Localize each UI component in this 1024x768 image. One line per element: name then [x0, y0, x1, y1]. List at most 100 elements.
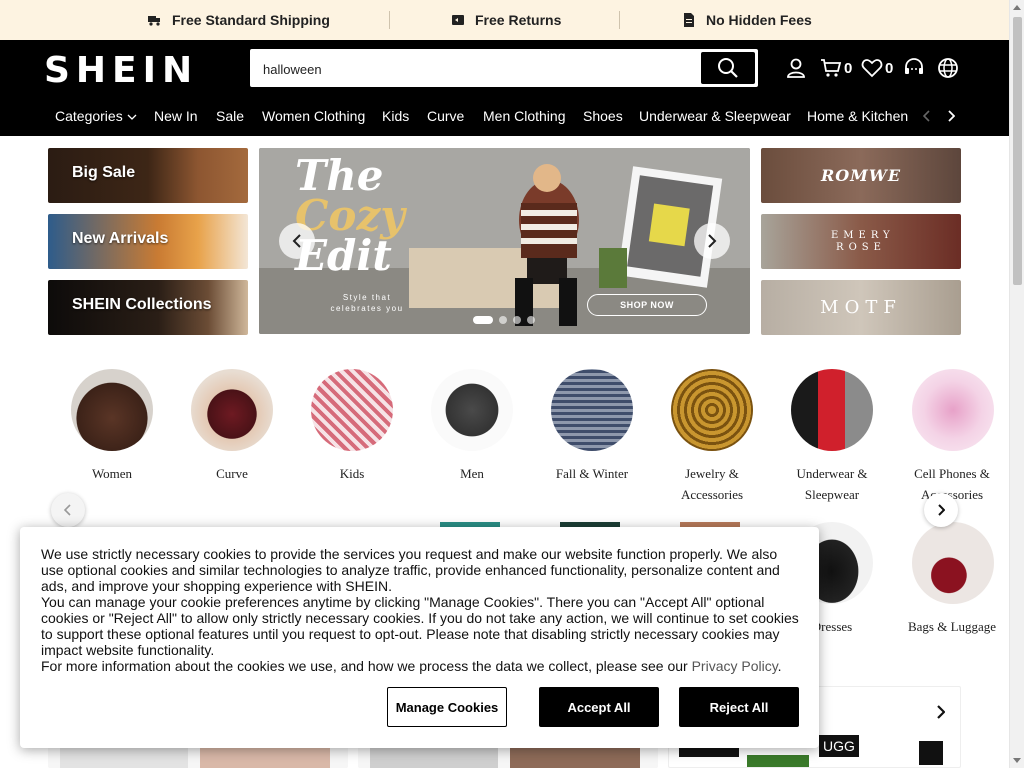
tile-label: Big Sale [72, 164, 136, 181]
carousel-dot[interactable] [473, 316, 493, 324]
nav-underwear-sleepwear[interactable]: Underwear & Sleepwear [639, 104, 791, 128]
romwe-brand-tile[interactable]: ROMWE [761, 148, 961, 203]
category-kids[interactable]: Kids [302, 369, 402, 484]
accept-all-button[interactable]: Accept All [539, 687, 659, 727]
cart-icon [821, 59, 842, 77]
category-fall-winter[interactable]: Fall & Winter [542, 369, 642, 484]
nav-curve[interactable]: Curve [427, 104, 464, 128]
wishlist-button[interactable]: 0 [861, 56, 893, 80]
nav-kids[interactable]: Kids [382, 104, 409, 128]
category-label: Men [460, 466, 484, 481]
wishlist-count: 0 [885, 59, 894, 77]
category-label: Underwear & Sleepwear [796, 466, 868, 502]
cookie-paragraph: For more information about the cookies w… [41, 658, 803, 674]
category-image [311, 369, 393, 451]
category-label: Curve [216, 466, 248, 481]
carousel-dot[interactable] [527, 316, 535, 324]
reject-all-button[interactable]: Reject All [679, 687, 799, 727]
motf-brand-tile[interactable]: MOTF [761, 280, 961, 335]
nav-new-in[interactable]: New In [154, 104, 198, 128]
search-input[interactable] [263, 59, 693, 79]
emery-rose-brand-tile[interactable]: EMERY ROSE [761, 214, 961, 269]
promo-free-returns[interactable]: Free Returns [451, 0, 561, 40]
scroll-thumb[interactable] [1013, 17, 1022, 285]
scroll-down-arrow[interactable] [1013, 758, 1021, 763]
nav-prev-button[interactable] [920, 108, 934, 124]
chevron-right-icon [938, 504, 945, 516]
cookie-text-span: . [777, 658, 782, 674]
chevron-down-icon [127, 114, 137, 121]
category-men[interactable]: Men [422, 369, 522, 484]
category-prev-button[interactable] [51, 493, 85, 527]
category-image [791, 369, 873, 451]
hero-title-line: Edit [295, 231, 392, 280]
brand-logo: ROMWE [820, 166, 902, 185]
shop-now-button[interactable]: SHOP NOW [587, 294, 707, 316]
promo-no-hidden-fees[interactable]: No Hidden Fees [682, 0, 812, 40]
cookie-text-span: For more information about the cookies w… [41, 658, 692, 674]
brand-logo: MOTF [820, 297, 902, 318]
tile-label: New Arrivals [72, 230, 169, 247]
page-scrollbar[interactable] [1009, 0, 1024, 768]
promo-label: No Hidden Fees [706, 12, 812, 28]
chevron-right-icon [708, 234, 717, 248]
brand-logo [919, 741, 943, 765]
cookie-paragraph: You can manage your cookie preferences a… [41, 594, 799, 658]
globe-icon [938, 58, 958, 78]
category-jewelry-accessories[interactable]: Jewelry & Accessories [662, 369, 762, 505]
hero-title: The Cozy Edit [295, 155, 465, 280]
manage-cookies-button[interactable]: Manage Cookies [387, 687, 507, 727]
nav-next-button[interactable] [944, 108, 958, 124]
user-icon [787, 58, 805, 78]
category-bags-luggage[interactable]: Bags & Luggage [902, 522, 1009, 637]
category-next-button[interactable] [924, 493, 958, 527]
category-label: Jewelry & Accessories [680, 466, 744, 502]
category-women[interactable]: Women [62, 369, 162, 484]
category-underwear-sleepwear[interactable]: Underwear & Sleepwear [782, 369, 882, 505]
nav-sale[interactable]: Sale [216, 104, 244, 128]
carousel-dot[interactable] [513, 316, 521, 324]
category-image [912, 369, 994, 451]
search-icon [718, 58, 738, 78]
document-icon [684, 13, 694, 27]
hero-subtitle: Style that celebrates you [330, 293, 404, 313]
category-cell-phones[interactable]: Cell Phones & Accessories [902, 369, 1009, 505]
strip-next-button[interactable] [931, 703, 949, 721]
hero-next-button[interactable] [694, 223, 730, 259]
category-curve[interactable]: Curve [182, 369, 282, 484]
scroll-up-arrow[interactable] [1013, 5, 1021, 10]
cart-button[interactable]: 0 [820, 56, 852, 80]
product-thumb [747, 755, 809, 767]
nav-men-clothing[interactable]: Men Clothing [483, 104, 566, 128]
new-arrivals-tile[interactable]: New Arrivals [48, 214, 248, 269]
big-sale-tile[interactable]: Big Sale [48, 148, 248, 203]
chevron-left-icon [64, 504, 71, 516]
headset-icon [905, 58, 923, 74]
hero-title-line: Cozy [295, 191, 405, 240]
category-label: Women [91, 466, 133, 481]
privacy-policy-link[interactable]: Privacy Policy [692, 658, 778, 674]
hero-carousel[interactable]: The Cozy Edit Style that celebrates you … [259, 148, 750, 334]
brand-logo: EMERY ROSE [831, 229, 895, 253]
cart-count: 0 [844, 59, 853, 77]
search-button[interactable] [701, 52, 755, 84]
ugg-badge: UGG [819, 735, 859, 757]
carousel-dot[interactable] [499, 316, 507, 324]
nav-women-clothing[interactable]: Women Clothing [262, 104, 365, 128]
shein-logo[interactable]: SHEIN [44, 50, 198, 91]
nav-shoes[interactable]: Shoes [583, 104, 623, 128]
language-button[interactable] [937, 56, 959, 80]
support-button[interactable] [903, 56, 925, 80]
truck-icon [148, 16, 160, 26]
promo-label: Free Standard Shipping [172, 12, 330, 28]
hero-prev-button[interactable] [279, 223, 315, 259]
promo-free-shipping[interactable]: Free Standard Shipping [148, 0, 330, 40]
nav-categories[interactable]: Categories [55, 104, 137, 128]
nav-home-kitchen[interactable]: Home & Kitchen [807, 104, 908, 128]
promo-bar: Free Standard Shipping Free Returns No H… [0, 0, 1009, 40]
category-image [71, 369, 153, 451]
shein-collections-tile[interactable]: SHEIN Collections [48, 280, 248, 335]
chevron-right-icon [936, 705, 945, 719]
return-icon [452, 15, 464, 25]
account-button[interactable] [785, 56, 807, 80]
